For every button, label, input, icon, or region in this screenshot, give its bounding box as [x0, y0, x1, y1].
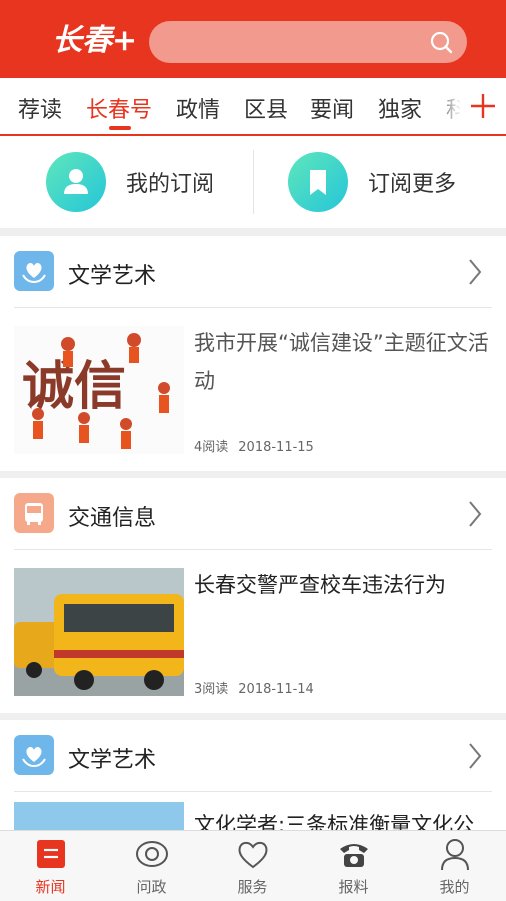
divider	[253, 150, 254, 214]
chevron-right-icon[interactable]	[468, 500, 482, 528]
user-icon	[441, 839, 469, 871]
section-header[interactable]: 文学艺术	[0, 236, 506, 308]
read-count: 4阅读	[194, 440, 229, 455]
article-thumbnail[interactable]	[14, 802, 184, 830]
nav-label: 服务	[237, 878, 268, 896]
chevron-right-icon[interactable]	[468, 742, 482, 770]
tab-changchun-hao[interactable]: 长春号	[86, 92, 152, 124]
tab-recommended[interactable]: 荐读	[18, 92, 62, 124]
plus-icon[interactable]	[460, 78, 506, 134]
bottom-nav: 新闻 问政 服务 报料 我的	[0, 830, 506, 901]
svg-text:长春+: 长春+	[52, 23, 137, 58]
section-title: 文学艺术	[68, 748, 157, 773]
nav-label: 新闻	[35, 878, 66, 896]
nav-news[interactable]: 新闻	[0, 831, 101, 901]
publish-date: 2018-11-14	[238, 682, 314, 697]
divider	[14, 791, 492, 792]
read-count: 3阅读	[194, 682, 229, 697]
section-title: 文学艺术	[68, 264, 157, 289]
heart-icon	[238, 841, 268, 869]
article-title[interactable]: 长春交警严查校车违法行为	[194, 566, 494, 604]
search-bar[interactable]	[149, 21, 467, 63]
svg-text:诚信: 诚信	[22, 357, 126, 417]
nav-label: 问政	[136, 878, 167, 896]
section-card: 文学艺术 诚信 我市开展“诚信建设”主题征文活动 4阅读 2018-11-15	[0, 236, 506, 471]
app-logo: 长春+	[52, 23, 137, 58]
tab-exclusive[interactable]: 独家	[378, 92, 422, 124]
article-title[interactable]: 我市开展“诚信建设”主题征文活动	[194, 324, 494, 400]
phone-icon	[340, 844, 368, 867]
tab-headlines[interactable]: 要闻	[310, 92, 354, 124]
eye-icon	[136, 841, 168, 867]
my-subscriptions-button[interactable]: 我的订阅	[46, 148, 246, 214]
active-tab-indicator	[109, 126, 131, 130]
article-meta: 4阅读 2018-11-15	[194, 436, 314, 455]
nav-inquiry[interactable]: 问政	[101, 831, 202, 901]
heart-hands-icon	[14, 735, 54, 775]
tab-districts[interactable]: 区县	[244, 92, 288, 124]
tab-politics[interactable]: 政情	[176, 92, 220, 124]
heart-hands-icon	[14, 251, 54, 291]
nav-label: 我的	[439, 878, 470, 896]
my-subscriptions-label: 我的订阅	[126, 172, 215, 197]
section-header[interactable]: 交通信息	[0, 478, 506, 550]
article-thumbnail[interactable]: 诚信	[14, 326, 184, 454]
section-card: 文学艺术 文化学者:三条标准衡量文化公	[0, 720, 506, 830]
news-icon	[37, 840, 65, 868]
divider	[14, 549, 492, 550]
bus-icon	[14, 493, 54, 533]
article-thumbnail[interactable]	[14, 568, 184, 696]
publish-date: 2018-11-15	[238, 440, 314, 455]
article-meta: 3阅读 2018-11-14	[194, 678, 314, 697]
tab-fade	[432, 78, 462, 134]
divider	[14, 307, 492, 308]
nav-label: 报料	[338, 878, 369, 896]
nav-report[interactable]: 报料	[303, 831, 404, 901]
bookmark-icon	[288, 152, 348, 212]
app-header: 长春+	[0, 0, 506, 78]
more-subscriptions-label: 订阅更多	[368, 172, 457, 197]
section-header[interactable]: 文学艺术	[0, 720, 506, 792]
section-title: 交通信息	[68, 506, 157, 531]
chevron-right-icon[interactable]	[468, 258, 482, 286]
channel-tabs: 荐读 长春号 政情 区县 要闻 独家 科	[0, 78, 506, 136]
section-card: 交通信息 长春交警严查校车违法行为 3阅读 2018-11-14	[0, 478, 506, 713]
more-subscriptions-button[interactable]: 订阅更多	[288, 148, 488, 214]
search-icon[interactable]	[429, 30, 453, 54]
user-icon	[46, 152, 106, 212]
nav-services[interactable]: 服务	[202, 831, 303, 901]
add-channel-button[interactable]	[460, 78, 506, 134]
nav-profile[interactable]: 我的	[404, 831, 505, 901]
subscription-row: 我的订阅 订阅更多	[0, 136, 506, 228]
article-title[interactable]: 文化学者:三条标准衡量文化公	[194, 806, 494, 830]
